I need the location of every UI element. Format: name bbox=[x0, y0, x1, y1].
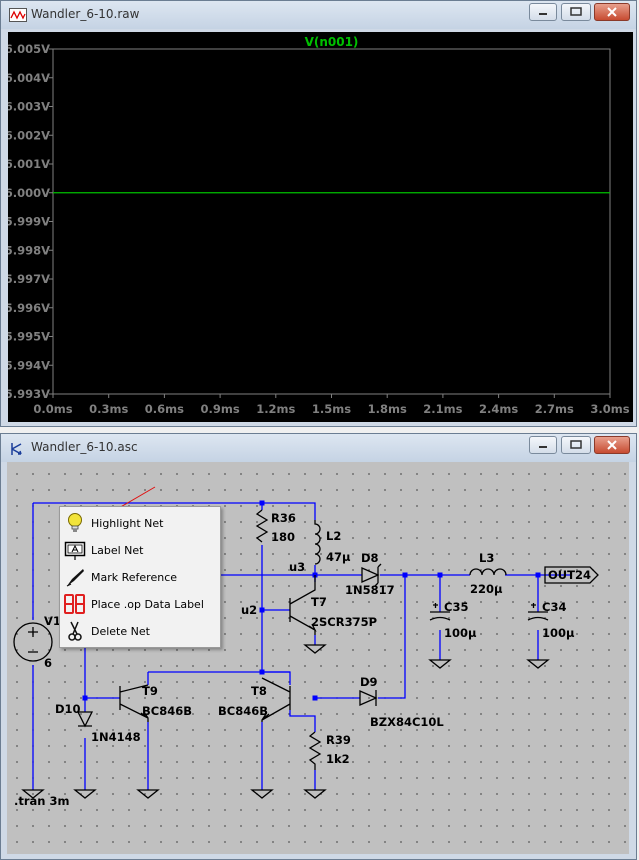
label-t7: T7 bbox=[311, 595, 327, 609]
x-tick-label: 2.7ms bbox=[535, 402, 574, 416]
label-net-icon bbox=[64, 541, 86, 560]
label-c35: C35 bbox=[444, 600, 468, 614]
label-tran: .tran 3m bbox=[14, 794, 69, 808]
y-tick-label: 6.005V bbox=[8, 42, 50, 56]
label-u2: u2 bbox=[241, 603, 257, 617]
label-t8-value: BC846B bbox=[218, 704, 268, 718]
label-d9: D9 bbox=[360, 675, 378, 689]
ground-c35 bbox=[428, 659, 452, 669]
label-l2-value: 47µ bbox=[326, 550, 351, 564]
label-c34-value: 100µ bbox=[542, 626, 575, 640]
label-d8: D8 bbox=[361, 551, 379, 565]
plot-frame bbox=[52, 48, 611, 395]
label-v1-value: 6 bbox=[44, 656, 52, 670]
l2-symbol bbox=[314, 520, 321, 565]
y-tick-label: 5.999V bbox=[8, 215, 50, 229]
schematic-app-icon bbox=[11, 443, 22, 455]
ground-c34 bbox=[526, 659, 550, 669]
y-tick-label: 5.997V bbox=[8, 272, 50, 286]
ground-t7 bbox=[303, 644, 327, 654]
context-menu: Highlight Net Label Net Mark Reference P… bbox=[59, 506, 221, 648]
y-tick-label: 5.994V bbox=[8, 358, 50, 372]
wire-t8-emitter-r39 bbox=[289, 710, 316, 790]
minimize-button[interactable] bbox=[529, 3, 557, 21]
label-out24: OUT24 bbox=[548, 568, 591, 582]
y-tick-label: 6.001V bbox=[8, 157, 50, 171]
r39-symbol bbox=[308, 731, 322, 770]
menu-item-highlight-net[interactable]: Highlight Net bbox=[60, 510, 220, 536]
x-tick-label: 2.1ms bbox=[423, 402, 462, 416]
label-t9-value: BC846B bbox=[142, 704, 192, 718]
y-tick-label: 5.995V bbox=[8, 330, 50, 344]
x-tick-label: 0.9ms bbox=[200, 402, 239, 416]
menu-item-place-op-data-label[interactable]: Place .op Data Label bbox=[60, 591, 220, 617]
waveform-plot[interactable]: 6.005V 6.004V 6.003V 6.002V 6.001V 6.000V 5.99… bbox=[5, 32, 633, 422]
ground-t9 bbox=[136, 789, 160, 799]
label-d10-value: 1N4148 bbox=[91, 730, 141, 744]
label-c34: C34 bbox=[542, 600, 566, 614]
x-tick-label: 0.0ms bbox=[33, 402, 72, 416]
y-tick-label: 5.998V bbox=[8, 243, 50, 257]
waveform-window: Wandler_6-10.raw 6.005V 6.004V 6.003V 6.002… bbox=[0, 0, 637, 427]
ground-t8 bbox=[250, 789, 274, 799]
x-tick-label: 0.6ms bbox=[145, 402, 184, 416]
label-r39: R39 bbox=[326, 733, 351, 747]
x-tick-label: 1.8ms bbox=[368, 402, 407, 416]
x-tick-label: 3.0ms bbox=[590, 402, 629, 416]
wire-collector-rail bbox=[148, 671, 291, 685]
trace-label[interactable]: V(n001) bbox=[305, 35, 359, 49]
label-r36-value: 180 bbox=[271, 530, 295, 544]
label-d10: D10 bbox=[55, 702, 81, 716]
menu-item-label-net[interactable]: Label Net bbox=[60, 537, 220, 563]
label-t8: T8 bbox=[251, 684, 267, 698]
mark-reference-icon bbox=[66, 569, 84, 587]
label-r39-value: 1k2 bbox=[326, 752, 350, 766]
x-tick-label: 1.5ms bbox=[312, 402, 351, 416]
label-d8-value: 1N5817 bbox=[345, 583, 395, 597]
label-l2: L2 bbox=[326, 529, 341, 543]
y-tick-label: 6.000V bbox=[8, 186, 50, 200]
label-l3: L3 bbox=[479, 551, 494, 565]
x-tick-label: 2.4ms bbox=[479, 402, 518, 416]
y-tick-label: 6.004V bbox=[8, 71, 50, 85]
label-u3: u3 bbox=[289, 560, 305, 574]
label-t7-value: 2SCR375P bbox=[311, 615, 377, 629]
waveform-window-title: Wandler_6-10.raw bbox=[31, 7, 140, 21]
x-tick-label: 1.2ms bbox=[256, 402, 295, 416]
y-tick-label: 6.003V bbox=[8, 100, 50, 114]
menu-item-mark-reference[interactable]: Mark Reference bbox=[60, 564, 220, 590]
scissors-icon bbox=[68, 621, 82, 641]
y-tick-label: 5.996V bbox=[8, 301, 50, 315]
r36-symbol bbox=[255, 509, 269, 543]
label-t9: T9 bbox=[142, 684, 158, 698]
label-d9-value: BZX84C10L bbox=[370, 715, 444, 729]
ground-r39 bbox=[303, 789, 327, 799]
ground-d10 bbox=[73, 789, 97, 799]
schematic-minimize-button[interactable] bbox=[529, 436, 557, 454]
lightbulb-icon bbox=[68, 513, 82, 532]
label-c35-value: 100µ bbox=[444, 626, 477, 640]
y-tick-label: 6.002V bbox=[8, 128, 50, 142]
l3-symbol bbox=[469, 568, 507, 576]
schematic-window-title: Wandler_6-10.asc bbox=[31, 440, 138, 454]
waveform-plot-area[interactable]: 6.005V 6.004V 6.003V 6.002V 6.001V 6.000V 5.99… bbox=[5, 32, 633, 422]
schematic-close-button[interactable] bbox=[594, 436, 630, 454]
d9-symbol bbox=[359, 690, 378, 706]
label-l3-value: 220µ bbox=[470, 582, 503, 596]
label-r36: R36 bbox=[271, 511, 296, 525]
menu-item-delete-net[interactable]: Delete Net bbox=[60, 618, 220, 644]
waveform-app-icon bbox=[9, 8, 27, 22]
op-data-label-icon bbox=[64, 594, 85, 614]
x-tick-label: 0.3ms bbox=[89, 402, 128, 416]
maximize-button[interactable] bbox=[561, 3, 591, 21]
schematic-maximize-button[interactable] bbox=[561, 436, 591, 454]
close-button[interactable] bbox=[594, 3, 630, 21]
y-tick-label: 5.993V bbox=[8, 387, 50, 401]
